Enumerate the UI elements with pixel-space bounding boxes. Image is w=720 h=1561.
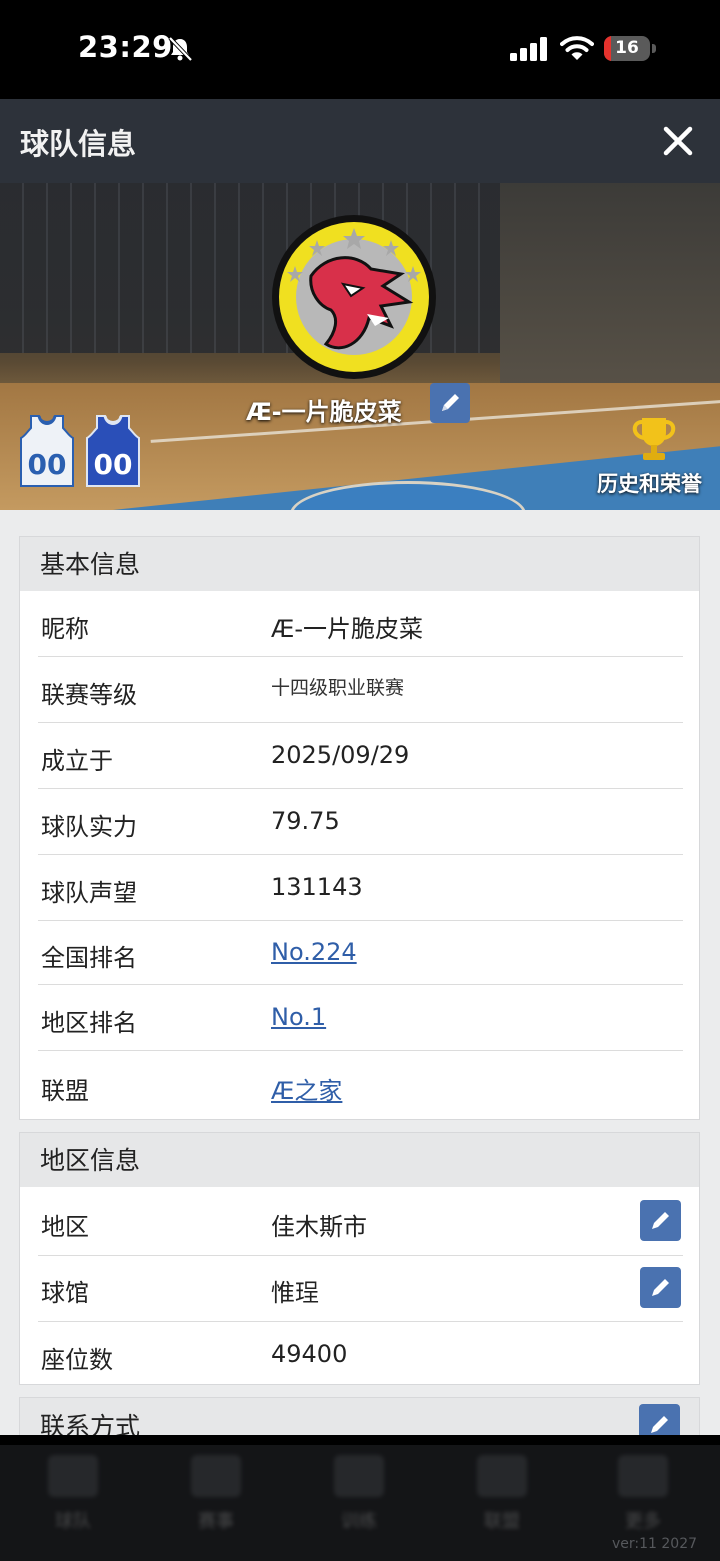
row-label: 地区排名 [41, 1009, 137, 1037]
national-rank-link[interactable]: No.224 [271, 938, 357, 966]
row-value: 惟珵 [271, 1279, 319, 1307]
row-label: 座位数 [41, 1346, 113, 1374]
wifi-icon [560, 36, 594, 60]
more-icon [618, 1455, 668, 1497]
row-label: 全国排名 [41, 944, 137, 972]
info-row-national-rank: 全国排名 No.224 [38, 921, 683, 985]
row-label: 球队声望 [41, 879, 137, 907]
row-label: 联盟 [41, 1077, 89, 1105]
nav-label: 赛事 [198, 1511, 234, 1532]
info-row-strength: 球队实力 79.75 [38, 789, 683, 855]
row-label: 昵称 [41, 615, 89, 643]
info-row-reputation: 球队声望 131143 [38, 855, 683, 921]
arena-wall [500, 183, 720, 403]
close-icon[interactable] [656, 119, 700, 163]
edit-region-button[interactable] [640, 1200, 681, 1241]
page-title: 球队信息 [20, 127, 137, 161]
nav-label: 训练 [341, 1511, 377, 1532]
basic-info-panel: 基本信息 昵称 Æ-一片脆皮菜 联赛等级 十四级职业联赛 成立于 2025/09… [19, 536, 700, 1120]
training-icon [334, 1455, 384, 1497]
row-value: 131143 [271, 873, 363, 901]
alliance-icon [477, 1455, 527, 1497]
row-label: 成立于 [41, 747, 113, 775]
row-label: 联赛等级 [41, 681, 137, 709]
row-value: 49400 [271, 1340, 348, 1368]
edit-team-name-button[interactable] [430, 383, 470, 423]
info-row-league-level: 联赛等级 十四级职业联赛 [38, 657, 683, 723]
version-label: ver:11 2027 [612, 1536, 698, 1552]
history-honors-link[interactable]: 历史和荣誉 [597, 468, 702, 498]
row-value: 2025/09/29 [271, 741, 410, 769]
battery-indicator: 16 [604, 36, 656, 61]
alliance-link[interactable]: Æ之家 [271, 1071, 342, 1106]
page-header: 球队信息 [0, 99, 720, 183]
home-jersey-number: 00 [28, 448, 67, 481]
info-row-founded: 成立于 2025/09/29 [38, 723, 683, 789]
nav-label: 球队 [55, 1511, 91, 1532]
row-label: 地区 [41, 1213, 89, 1241]
bell-muted-icon [168, 36, 193, 62]
row-label: 球队实力 [41, 813, 137, 841]
row-value: 79.75 [271, 807, 340, 835]
info-row-alliance: 联盟 Æ之家 [38, 1051, 683, 1119]
home-jersey-icon[interactable]: 00 [17, 414, 77, 488]
basic-info-title: 基本信息 [20, 537, 699, 591]
away-jersey-number: 00 [94, 448, 133, 481]
nav-item-match[interactable]: 赛事 [181, 1455, 251, 1535]
edit-contact-button[interactable] [639, 1404, 680, 1435]
region-info-title: 地区信息 [20, 1133, 699, 1187]
row-value: Æ-一片脆皮菜 [271, 615, 424, 643]
contact-title: 联系方式 [20, 1398, 699, 1435]
row-value: 佳木斯市 [271, 1213, 367, 1241]
edit-arena-button[interactable] [640, 1267, 681, 1308]
team-icon [48, 1455, 98, 1497]
region-info-panel: 地区信息 地区 佳木斯市 球馆 惟珵 座位数 49400 [19, 1132, 700, 1385]
region-rank-link[interactable]: No.1 [271, 1003, 326, 1031]
status-bar: 23:29 16 [0, 0, 720, 99]
nav-item-team[interactable]: 球队 [38, 1455, 108, 1535]
cellular-signal-icon [510, 37, 547, 61]
contact-panel: 联系方式 [19, 1397, 700, 1435]
nav-label: 联盟 [484, 1511, 520, 1532]
row-value: 十四级职业联赛 [271, 677, 405, 699]
away-jersey-icon[interactable]: 00 [83, 414, 143, 488]
status-time: 23:29 [78, 30, 173, 64]
match-icon [191, 1455, 241, 1497]
battery-percent: 16 [615, 38, 639, 58]
row-label: 球馆 [41, 1279, 89, 1307]
team-name: Æ-一片脆皮菜 [246, 398, 402, 426]
team-logo-dragon-icon [272, 215, 436, 379]
content-area: 基本信息 昵称 Æ-一片脆皮菜 联赛等级 十四级职业联赛 成立于 2025/09… [0, 510, 720, 1435]
region-row-arena: 球馆 惟珵 [38, 1256, 683, 1322]
info-row-region-rank: 地区排名 No.1 [38, 985, 683, 1051]
trophy-icon[interactable] [628, 414, 680, 464]
nav-item-alliance[interactable]: 联盟 [467, 1455, 537, 1535]
nav-item-training[interactable]: 训练 [324, 1455, 394, 1535]
region-row-area: 地区 佳木斯市 [38, 1187, 683, 1256]
nav-item-more[interactable]: 更多 [608, 1455, 678, 1535]
region-row-seats: 座位数 49400 [38, 1322, 683, 1384]
nav-label: 更多 [625, 1511, 661, 1532]
info-row-nickname: 昵称 Æ-一片脆皮菜 [38, 591, 683, 657]
